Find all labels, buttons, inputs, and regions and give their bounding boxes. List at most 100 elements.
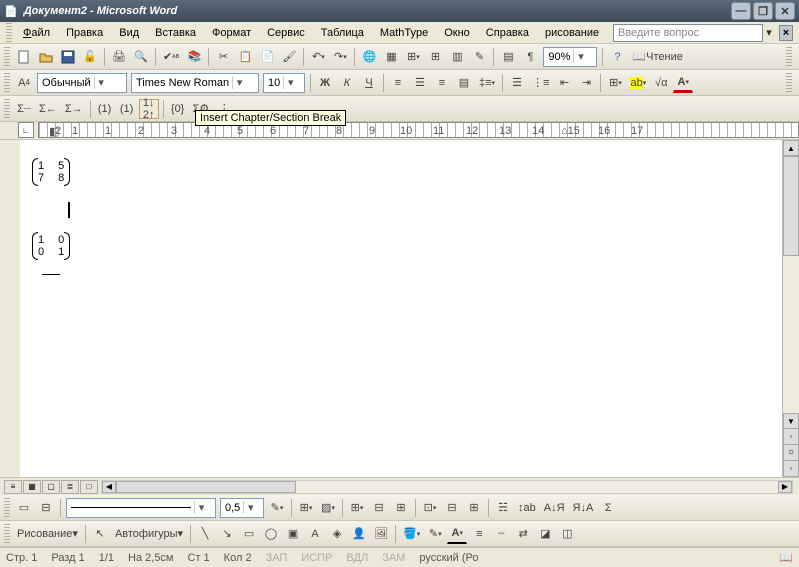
highlight-button[interactable]: ab▾ (627, 73, 649, 93)
picture-button[interactable]: 🖼 (371, 524, 391, 544)
underline-button[interactable]: Ч (359, 73, 379, 93)
sigma-inline-button[interactable]: Σ— (14, 99, 34, 119)
equation-button[interactable]: √α (651, 73, 671, 93)
line-style-button[interactable]: ≡ (469, 524, 489, 544)
menu-drawing[interactable]: рисование (537, 25, 607, 41)
print-button[interactable]: 🖨 (109, 47, 129, 67)
drawing-toggle-button[interactable]: ✎ (469, 47, 489, 67)
status-spell-icon[interactable]: 📖 (779, 551, 793, 564)
sigma-left-button[interactable]: Σ← (36, 99, 60, 119)
merge-button[interactable]: ⊟ (369, 498, 389, 518)
sort-asc-button[interactable]: A↓Я (541, 498, 568, 518)
text-direction-button[interactable]: ↕ab (515, 498, 539, 518)
hscroll-thumb[interactable] (116, 481, 296, 493)
sort-desc-button[interactable]: Я↓A (570, 498, 597, 518)
line-color-button[interactable]: ✎▾ (425, 524, 445, 544)
status-trk[interactable]: ИСПР (301, 552, 332, 564)
decrease-indent-button[interactable]: ⇤ (554, 73, 574, 93)
align-left-button[interactable]: ≡ (388, 73, 408, 93)
outline-view-button[interactable]: ≣ (61, 480, 79, 494)
horizontal-scrollbar[interactable]: ◀ ▶ (101, 480, 793, 494)
menu-mathtype[interactable]: MathType (372, 25, 436, 41)
help-button[interactable]: ? (607, 47, 627, 67)
cut-button[interactable]: ✂ (213, 47, 233, 67)
autoformat-button[interactable]: ☵ (493, 498, 513, 518)
toolbar-grip[interactable] (4, 47, 10, 67)
wordart-button[interactable]: A (305, 524, 325, 544)
font-color-button[interactable]: A▾ (673, 73, 693, 93)
textbox-button[interactable]: ▣ (283, 524, 303, 544)
font-color2-button[interactable]: A▾ (447, 524, 467, 544)
clipart-button[interactable]: 👤 (349, 524, 369, 544)
bullet-list-button[interactable]: ⋮≡ (529, 73, 552, 93)
align-justify-button[interactable]: ▤ (454, 73, 474, 93)
zoom-combo[interactable]: 90%▾ (543, 47, 597, 67)
vertical-ruler[interactable] (0, 140, 20, 477)
print-preview-button[interactable]: 🔍 (131, 47, 151, 67)
spellcheck-button[interactable]: ✔ᴀʙ (160, 47, 182, 67)
status-ext[interactable]: ВДЛ (346, 552, 368, 564)
select-objects-button[interactable]: ↖ (90, 524, 110, 544)
chapter-break-button[interactable]: 1↓2↑ (139, 99, 159, 119)
toolbar-grip[interactable] (4, 73, 10, 93)
menu-format[interactable]: Формат (204, 25, 259, 41)
next-page-icon[interactable]: ◦ (783, 461, 799, 477)
autoshapes-button[interactable]: Автофигуры▾ (112, 524, 186, 544)
reading-mode-button[interactable]: 📖 Чтение (629, 47, 685, 67)
menu-insert[interactable]: Вставка (147, 25, 204, 41)
hyperlink-button[interactable]: 🌐 (359, 47, 379, 67)
toolbar-overflow[interactable] (786, 73, 792, 93)
web-view-button[interactable]: ▦ (23, 480, 41, 494)
insert-table-button[interactable]: ⊞▾ (403, 47, 423, 67)
align-center-button[interactable]: ☰ (410, 73, 430, 93)
copy-button[interactable]: 📋 (235, 47, 255, 67)
normal-view-button[interactable]: ≡ (4, 480, 22, 494)
align-right-button[interactable]: ≡ (432, 73, 452, 93)
open-button[interactable] (36, 47, 56, 67)
research-button[interactable]: 📚 (184, 47, 204, 67)
diagram-button[interactable]: ◈ (327, 524, 347, 544)
document-page[interactable]: 15 78 10 01 (20, 140, 782, 477)
menu-edit[interactable]: Правка (58, 25, 111, 41)
border-dropdown-button[interactable]: ⊞▾ (296, 498, 316, 518)
borders-button[interactable]: ⊞▾ (605, 73, 625, 93)
sigma-right-button[interactable]: Σ→ (62, 99, 86, 119)
shadow-button[interactable]: ◪ (535, 524, 555, 544)
format-painter-button[interactable]: 🖌 (279, 47, 299, 67)
scroll-up-icon[interactable]: ▲ (783, 140, 799, 156)
line-button-2[interactable]: ⊟ (36, 498, 56, 518)
scroll-right-icon[interactable]: ▶ (778, 481, 792, 493)
scroll-down-icon[interactable]: ▼ (783, 413, 799, 429)
arrow-button[interactable]: ↘ (217, 524, 237, 544)
font-combo[interactable]: Times New Roman▾ (131, 73, 259, 93)
insert-number-button[interactable]: (1) (95, 99, 115, 119)
status-lang[interactable]: русский (Ро (419, 552, 478, 564)
oval-button[interactable]: ◯ (261, 524, 281, 544)
menu-window[interactable]: Окно (436, 25, 478, 41)
line-style-combo[interactable]: ▾ (66, 498, 216, 518)
status-ovr[interactable]: ЗАМ (382, 552, 405, 564)
toolbar-grip[interactable] (4, 498, 10, 518)
status-rec[interactable]: ЗАП (266, 552, 288, 564)
tables-borders-button[interactable]: ▦ (381, 47, 401, 67)
split-button[interactable]: ⊞ (391, 498, 411, 518)
fill-color-button[interactable]: 🪣▾ (400, 524, 423, 544)
save-button[interactable] (58, 47, 78, 67)
redo-button[interactable]: ↷▾ (330, 47, 350, 67)
permissions-button[interactable]: 🔓 (80, 47, 100, 67)
rectangle-button[interactable]: ▭ (239, 524, 259, 544)
autosum-button[interactable]: Σ (598, 498, 618, 518)
toolbar-grip[interactable] (6, 23, 12, 43)
draw-menu-button[interactable]: Рисование▾ (14, 524, 81, 544)
doc-map-button[interactable]: ▤ (498, 47, 518, 67)
numbered-list-button[interactable]: ☰ (507, 73, 527, 93)
ask-dropdown-icon[interactable]: ▾ (763, 26, 775, 39)
prev-page-icon[interactable]: ◦ (783, 429, 799, 445)
arrow-style-button[interactable]: ⇄ (513, 524, 533, 544)
close-button[interactable]: ✕ (775, 2, 795, 20)
font-size-combo[interactable]: 10▾ (263, 73, 305, 93)
ask-question-box[interactable]: Введите вопрос (613, 24, 763, 42)
menu-help[interactable]: Справка (478, 25, 537, 41)
line-button-1[interactable]: ▭ (14, 498, 34, 518)
menu-view[interactable]: Вид (111, 25, 147, 41)
